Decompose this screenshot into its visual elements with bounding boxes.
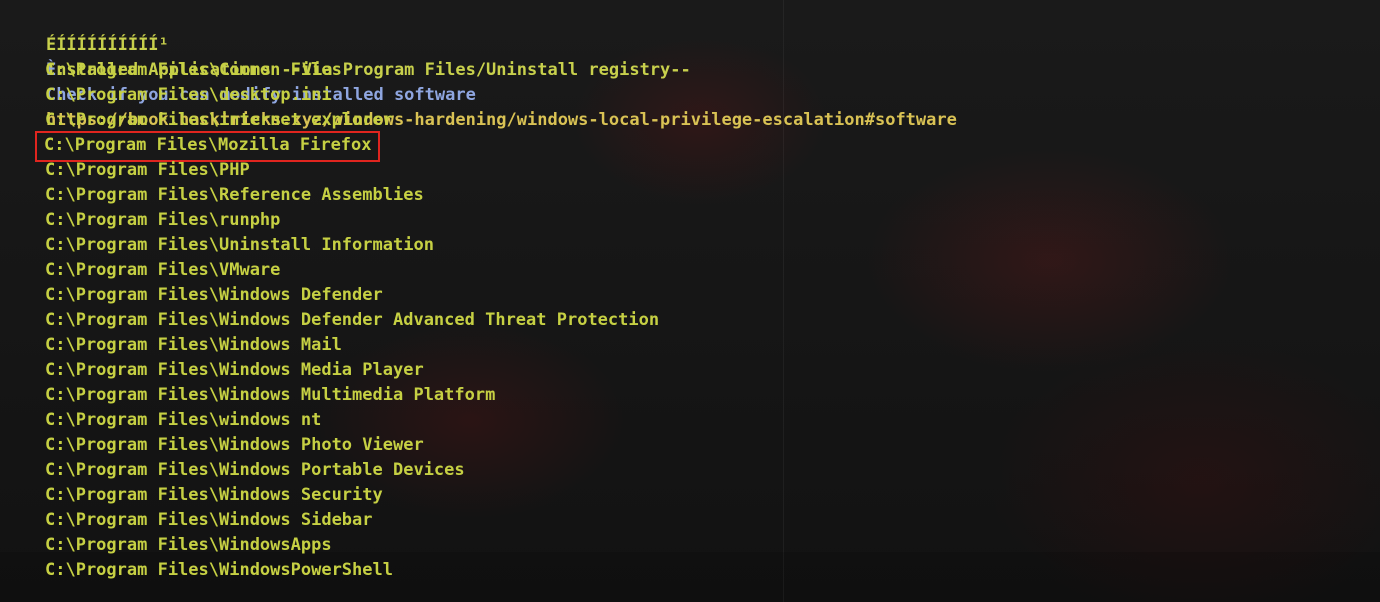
path-line: C:\Program Files\WindowsPowerShell xyxy=(45,560,393,580)
path-line: C:\Program Files\Windows Defender xyxy=(45,285,383,305)
path-line: C:\Program Files\Windows Mail xyxy=(45,335,342,355)
path-line: C:\Program Files\internet explorer xyxy=(45,110,393,130)
path-line: C:\Program Files\Windows Photo Viewer xyxy=(45,435,424,455)
path-line: C:\Program Files\Windows Sidebar xyxy=(45,510,373,530)
section-header-line: ÉÍÍÍÍÍÍÍÍÍÍ¹ Installed Applications --Vi… xyxy=(5,8,957,80)
path-line: C:\Program Files\Windows Media Player xyxy=(45,360,424,380)
terminal-output[interactable]: ÉÍÍÍÍÍÍÍÍÍÍ¹ Installed Applications --Vi… xyxy=(5,8,957,583)
path-line: C:\Program Files\Common Files xyxy=(45,60,342,80)
path-line: C:\Program Files\PHP xyxy=(45,160,250,180)
path-line: C:\Program Files\Windows Security xyxy=(45,485,383,505)
path-line: C:\Program Files\Windows Defender Advanc… xyxy=(45,310,660,330)
path-line: C:\Program Files\WindowsApps xyxy=(45,535,332,555)
path-line: C:\Program Files\VMware xyxy=(45,260,281,280)
path-line: C:\Program Files\Windows Multimedia Plat… xyxy=(45,385,496,405)
path-line: C:\Program Files\Reference Assemblies xyxy=(45,185,424,205)
path-line: C:\Program Files\windows nt xyxy=(45,410,322,430)
path-line: C:\Program Files\Windows Portable Device… xyxy=(45,460,465,480)
info-line: È Check if you can modify installed soft… xyxy=(5,33,957,130)
highlighted-path-line: C:\Program Files\Mozilla Firefox xyxy=(5,131,957,162)
path-line: C:\Program Files\Uninstall Information xyxy=(45,235,434,255)
highlighted-path: C:\Program Files\Mozilla Firefox xyxy=(35,131,380,162)
path-line: C:\Program Files\desktop.ini xyxy=(45,85,332,105)
path-line: C:\Program Files\runphp xyxy=(45,210,281,230)
